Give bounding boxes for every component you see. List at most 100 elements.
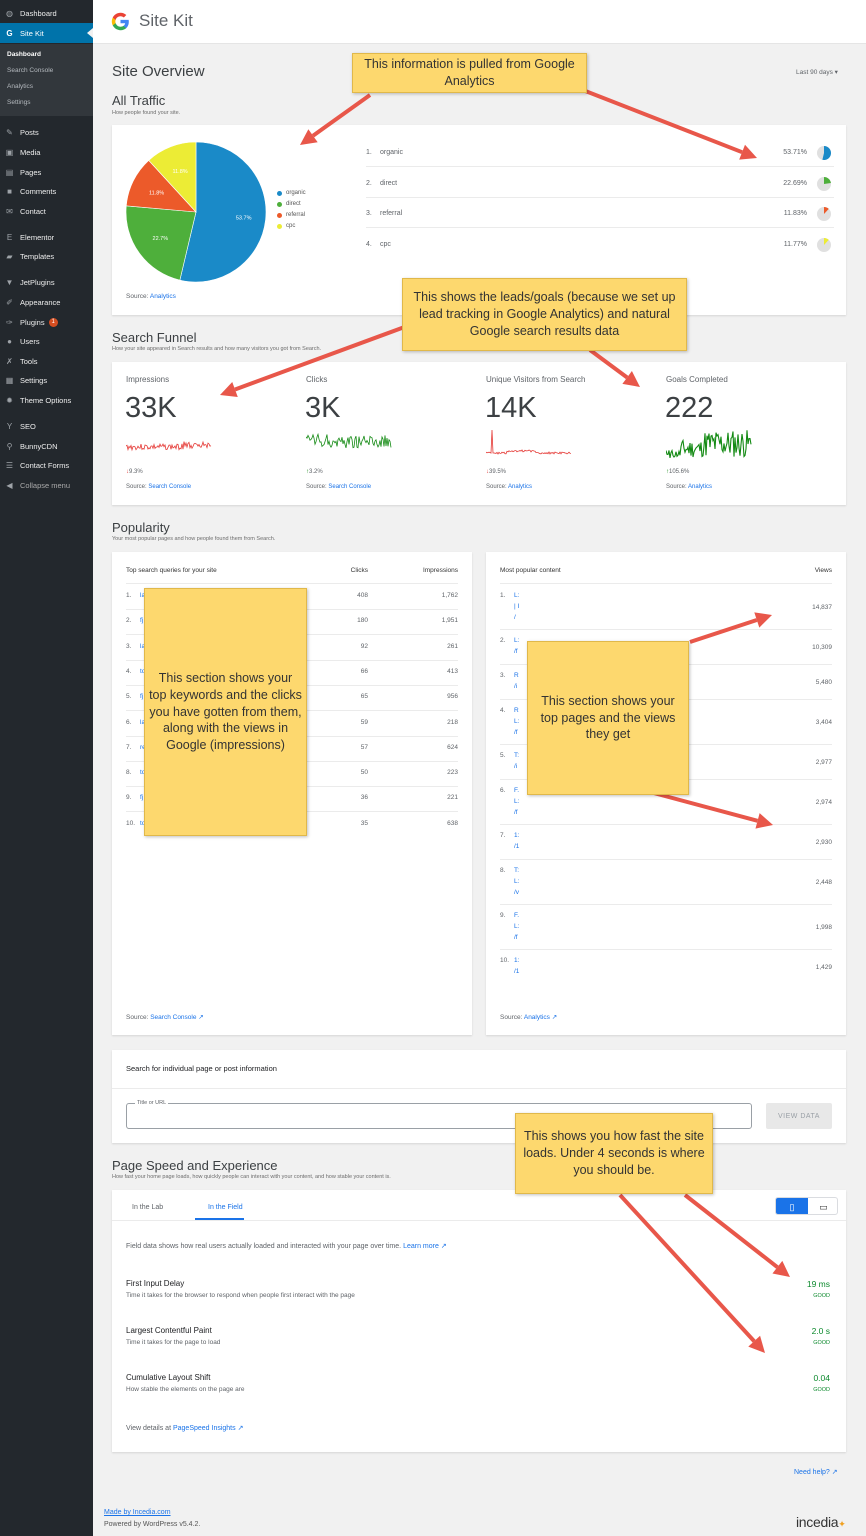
- page-path-link[interactable]: /f: [514, 809, 518, 816]
- page-path-link[interactable]: /f: [514, 729, 518, 736]
- source-link[interactable]: Search Console: [150, 1014, 196, 1021]
- sidebar-item-dashboard[interactable]: ◍ Dashboard: [0, 3, 93, 23]
- sidebar-item-plugins[interactable]: ✑ Plugins 1: [0, 312, 93, 332]
- sidebar-item-bunnycdn[interactable]: ⚲ BunnyCDN: [0, 436, 93, 456]
- sidebar-item-users[interactable]: ● Users: [0, 331, 93, 351]
- source-link[interactable]: Analytics: [508, 484, 532, 490]
- submenu-item[interactable]: Analytics: [7, 83, 33, 90]
- sidebar-item-settings[interactable]: ▦ Settings: [0, 370, 93, 390]
- mobile-icon[interactable]: ▯: [776, 1198, 808, 1214]
- page-path-link[interactable]: /i: [514, 763, 517, 770]
- page-path-link[interactable]: /1: [514, 843, 519, 850]
- page-title-link[interactable]: 1:: [514, 957, 519, 964]
- pagespeed-insights-link[interactable]: PageSpeed Insights: [173, 1425, 236, 1432]
- page-title-link[interactable]: F.: [514, 787, 519, 794]
- sidebar-item-pages[interactable]: ▤ Pages: [0, 162, 93, 182]
- page-title-link[interactable]: | I: [514, 603, 519, 610]
- sidebar-item-tools[interactable]: ✗ Tools: [0, 351, 93, 371]
- page-path-link[interactable]: /v: [514, 889, 519, 896]
- date-range-select[interactable]: Last 90 days ▾: [796, 68, 838, 76]
- desktop-icon[interactable]: ▭: [808, 1198, 837, 1214]
- user-icon: ●: [7, 336, 12, 346]
- query-impressions: 956: [447, 693, 458, 701]
- sidebar-item-theme-options[interactable]: ✹ Theme Options: [0, 390, 93, 410]
- column-header-views[interactable]: Views: [756, 567, 832, 574]
- sidebar-item-elementor[interactable]: E Elementor: [0, 227, 93, 247]
- source-link[interactable]: Search Console: [328, 484, 371, 490]
- page-title-link[interactable]: T:: [514, 752, 519, 759]
- submenu-item[interactable]: Dashboard: [7, 51, 41, 58]
- content-rank: 9.: [500, 912, 506, 919]
- page-title-link[interactable]: L:: [514, 592, 519, 599]
- traffic-channel: organic: [380, 149, 403, 156]
- query-clicks: 65: [360, 693, 368, 701]
- query-link[interactable]: fj: [140, 693, 143, 700]
- query-link[interactable]: fj: [140, 617, 143, 624]
- page-path-link[interactable]: /f: [514, 934, 518, 941]
- query-link[interactable]: fj: [140, 794, 143, 801]
- legend-item[interactable]: direct: [277, 201, 301, 207]
- legend-item[interactable]: cpc: [277, 223, 295, 229]
- page-title-link[interactable]: L:: [514, 878, 519, 885]
- annotation-note: This information is pulled from Google A…: [352, 53, 587, 93]
- metric-rating: GOOD: [813, 1340, 830, 1346]
- sidebar-item-collapse-menu[interactable]: ◀ Collapse menu: [0, 475, 93, 495]
- sidebar-item-label: BunnyCDN: [20, 441, 58, 451]
- column-header-impressions[interactable]: Impressions: [382, 567, 458, 574]
- source-link[interactable]: Analytics: [150, 293, 176, 300]
- page-path-link[interactable]: /: [514, 614, 516, 621]
- tab-in-the-lab[interactable]: In the Lab: [132, 1204, 163, 1211]
- query-impressions: 261: [447, 642, 458, 650]
- source-link[interactable]: Analytics: [688, 484, 712, 490]
- need-help-link[interactable]: Need help? ↗: [794, 1468, 838, 1476]
- submenu-item[interactable]: Settings: [7, 99, 31, 106]
- content-views: 2,448: [815, 879, 832, 886]
- page-title-link[interactable]: F.: [514, 912, 519, 919]
- legend-item[interactable]: referral: [277, 212, 305, 218]
- page-title-link[interactable]: L:: [514, 798, 519, 805]
- content-rank: 4.: [500, 707, 506, 714]
- sidebar-item-contact-forms[interactable]: ☰ Contact Forms: [0, 455, 93, 475]
- sidebar-item-site-kit[interactable]: G Site Kit: [0, 23, 93, 43]
- sparkline-chart: [126, 440, 212, 452]
- query-impressions: 221: [447, 794, 458, 802]
- sidebar-item-seo[interactable]: Y SEO: [0, 416, 93, 436]
- content-views: 2,977: [815, 758, 832, 766]
- device-toggle: ▯ ▭: [775, 1197, 838, 1215]
- column-header-clicks[interactable]: Clicks: [312, 567, 368, 574]
- page-title-link[interactable]: 1:: [514, 832, 519, 839]
- query-rank: 3.: [126, 642, 132, 650]
- source-link[interactable]: Analytics: [524, 1014, 550, 1021]
- intro-text: Field data shows how real users actually…: [126, 1243, 402, 1250]
- update-count-badge: 1: [48, 317, 58, 327]
- source-link[interactable]: Search Console: [148, 484, 191, 490]
- annotation-note: This shows you how fast the site loads. …: [515, 1113, 713, 1194]
- sidebar-item-media[interactable]: ▣ Media: [0, 142, 93, 162]
- view-data-button[interactable]: VIEW DATA: [766, 1103, 832, 1129]
- legend-item[interactable]: organic: [277, 190, 306, 196]
- page-path-link[interactable]: /i: [514, 683, 517, 690]
- page-title-link[interactable]: L:: [514, 718, 519, 725]
- page-title-link[interactable]: R: [514, 707, 519, 714]
- sidebar-item-contact[interactable]: ✉ Contact: [0, 201, 93, 221]
- sidebar-item-templates[interactable]: ▰ Templates: [0, 246, 93, 266]
- made-by-link[interactable]: Made by Incedia.com: [104, 1509, 171, 1516]
- page-path-link[interactable]: /1: [514, 968, 519, 975]
- page-path-link[interactable]: /f: [514, 648, 518, 655]
- sidebar-item-comments[interactable]: ■ Comments: [0, 181, 93, 201]
- sidebar-item-posts[interactable]: ✎ Posts: [0, 122, 93, 142]
- mail-icon: ✉: [6, 206, 13, 216]
- sidebar-item-appearance[interactable]: ✐ Appearance: [0, 292, 93, 312]
- submenu-item[interactable]: Search Console: [7, 67, 53, 74]
- page-title-link[interactable]: T:: [514, 867, 519, 874]
- funnel-metric-value: 222: [665, 392, 714, 424]
- tab-in-the-field[interactable]: In the Field: [208, 1204, 243, 1211]
- traffic-rank: 3.: [366, 210, 372, 217]
- page-title-link[interactable]: L:: [514, 637, 519, 644]
- page-title-link[interactable]: L:: [514, 923, 519, 930]
- sidebar-item-label: Pages: [20, 167, 42, 177]
- query-rank: 2.: [126, 617, 132, 625]
- sidebar-item-jetplugins[interactable]: ▼ JetPlugins: [0, 272, 93, 292]
- page-title-link[interactable]: R: [514, 672, 519, 679]
- learn-more-link[interactable]: Learn more: [403, 1243, 439, 1250]
